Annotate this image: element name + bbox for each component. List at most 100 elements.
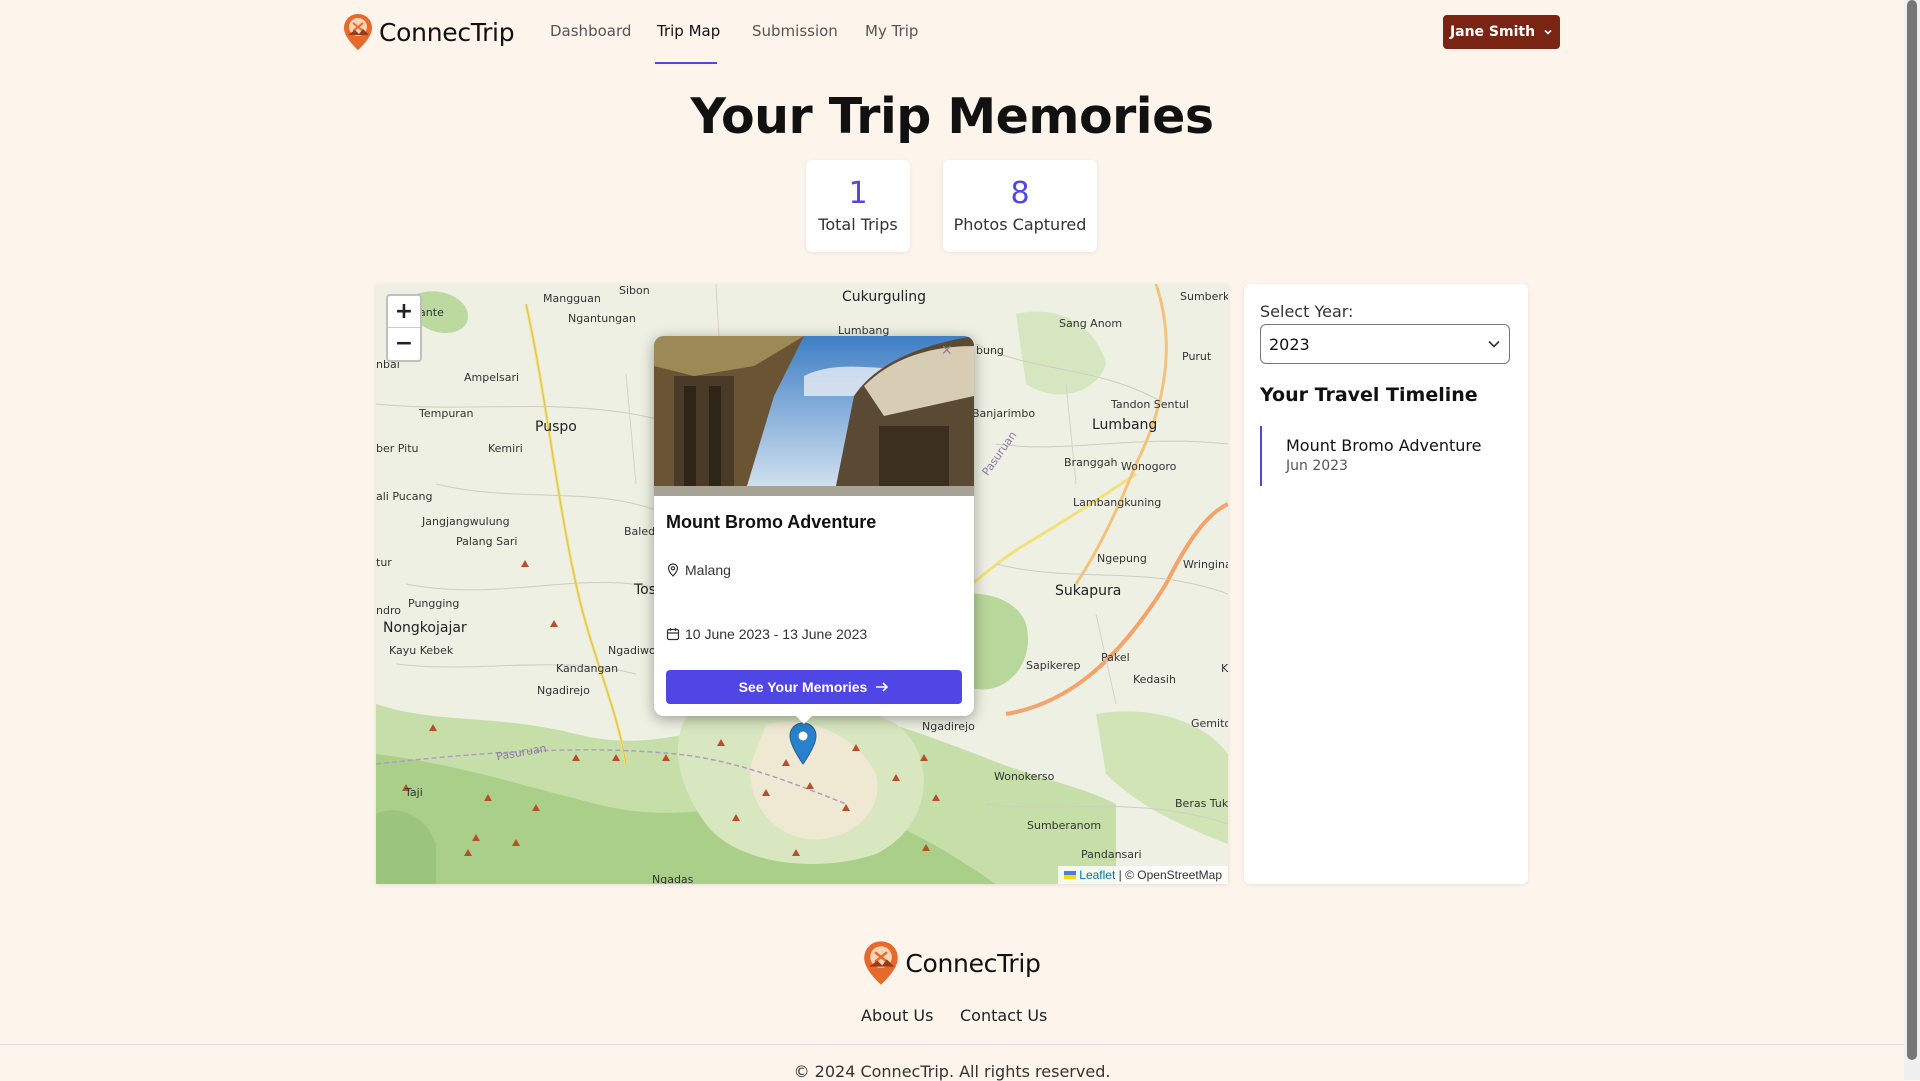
stat-label: Total Trips bbox=[818, 215, 898, 234]
footer-contact-link[interactable]: Contact Us bbox=[960, 1006, 1047, 1025]
see-memories-label: See Your Memories bbox=[738, 679, 868, 695]
popup-trip-title: Mount Bromo Adventure bbox=[666, 512, 877, 532]
map-place-label: Puspo bbox=[535, 419, 577, 435]
popup-location: Malang bbox=[685, 562, 731, 578]
map-place-label: Tos bbox=[634, 582, 657, 598]
map-place-label: Taji bbox=[405, 786, 423, 799]
zoom-control: + − bbox=[386, 294, 422, 362]
user-menu-button[interactable]: Jane Smith bbox=[1443, 15, 1560, 49]
popup-tip bbox=[794, 714, 814, 724]
map-place-label: Kedasih bbox=[1133, 673, 1176, 686]
nav-submission[interactable]: Submission bbox=[752, 22, 838, 40]
osm-credit: | © OpenStreetMap bbox=[1118, 868, 1222, 882]
nav-my-trip[interactable]: My Trip bbox=[865, 22, 918, 40]
map-place-label: Wonokerso bbox=[994, 770, 1055, 783]
map-place-label: Ngadirejo bbox=[922, 720, 975, 733]
popup-dates-row: 10 June 2023 - 13 June 2023 bbox=[666, 626, 867, 642]
leaflet-link[interactable]: Leaflet bbox=[1079, 868, 1115, 882]
map-place-label: Kemiri bbox=[488, 442, 523, 455]
map-place-label: Sukapura bbox=[1055, 583, 1122, 599]
map-place-label: Mangguan bbox=[543, 292, 601, 305]
timeline-title: Your Travel Timeline bbox=[1260, 384, 1478, 406]
map-place-label: Kayu Kebek bbox=[389, 644, 454, 657]
map-place-label: Sibon bbox=[619, 284, 650, 297]
map-place-label: Sumberkr bbox=[1180, 290, 1228, 303]
map-place-label: Jangjangwulung bbox=[422, 515, 510, 528]
map-place-label: tur bbox=[376, 556, 392, 569]
map-place-label: Palang Sari bbox=[456, 535, 518, 548]
select-year-label: Select Year: bbox=[1260, 302, 1354, 321]
map-place-label: Lambangkuning bbox=[1073, 496, 1162, 509]
logo-icon bbox=[344, 14, 372, 50]
map-place-label: Cukurguling bbox=[842, 289, 927, 305]
nav-logo[interactable]: ConnecTrip bbox=[343, 12, 515, 52]
footer-about-link[interactable]: About Us bbox=[861, 1006, 933, 1025]
nav-trip-map[interactable]: Trip Map bbox=[657, 22, 720, 40]
map-place-label: Ampelsari bbox=[464, 371, 520, 384]
map-place-label: Pungging bbox=[408, 597, 460, 610]
stat-card-trips: 1 Total Trips bbox=[806, 160, 910, 252]
ukraine-flag-icon bbox=[1063, 871, 1076, 879]
map-place-label: ndro bbox=[376, 604, 401, 617]
footer-divider bbox=[0, 1044, 1904, 1045]
logo-text: ConnecTrip bbox=[379, 17, 515, 47]
trip-map[interactable]: Mangguan Sibon Cukurguling Sumberkr Ngan… bbox=[376, 284, 1228, 884]
map-place-label: K bbox=[1221, 662, 1228, 675]
map-place-label: Tandon Sentul bbox=[1111, 398, 1189, 411]
map-place-label: Branggah bbox=[1064, 456, 1118, 469]
map-place-label: Pakel bbox=[1101, 651, 1130, 664]
map-place-label: Sapikerep bbox=[1026, 659, 1081, 672]
map-place-label: Ngadas bbox=[652, 873, 694, 884]
calendar-icon bbox=[666, 628, 680, 641]
popup-dates: 10 June 2023 - 13 June 2023 bbox=[685, 626, 868, 642]
see-memories-button[interactable]: See Your Memories bbox=[666, 670, 962, 704]
map-place-label: Wringinar bbox=[1183, 558, 1228, 571]
map-place-label: Baled bbox=[624, 525, 656, 538]
page-title: Your Trip Memories bbox=[690, 88, 1214, 145]
map-place-label: Gemito bbox=[1191, 717, 1228, 730]
popup-close-button[interactable]: × bbox=[941, 340, 952, 361]
stat-card-photos: 8 Photos Captured bbox=[943, 160, 1097, 252]
timeline-panel: Select Year: 2023 Your Travel Timeline M… bbox=[1244, 284, 1528, 884]
map-place-label: Sumberanom bbox=[1027, 819, 1102, 832]
map-place-label: Nongkojajar bbox=[383, 620, 467, 636]
zoom-in-button[interactable]: + bbox=[388, 296, 420, 327]
chevron-down-icon bbox=[1544, 29, 1552, 35]
year-select-value: 2023 bbox=[1269, 334, 1310, 354]
trip-photo bbox=[654, 336, 974, 496]
map-attribution: Leaflet | © OpenStreetMap bbox=[1057, 866, 1228, 884]
footer-logo[interactable]: ConnecTrip bbox=[0, 940, 1904, 986]
user-name: Jane Smith bbox=[1449, 24, 1536, 40]
arrow-right-icon bbox=[876, 682, 889, 692]
map-place-label: Wonogoro bbox=[1121, 460, 1177, 473]
map-place-label: Purut bbox=[1182, 350, 1212, 363]
map-place-label: Ngadiwo bbox=[608, 644, 656, 657]
map-place-label: ali Pucang bbox=[376, 490, 433, 503]
page-scrollbar[interactable] bbox=[1904, 0, 1920, 1080]
year-select[interactable]: 2023 bbox=[1260, 324, 1510, 364]
map-place-label: Ngantungan bbox=[568, 312, 636, 325]
stat-label: Photos Captured bbox=[953, 215, 1087, 234]
map-place-label: Kandangan bbox=[556, 662, 619, 675]
map-place-label: ber Pitu bbox=[376, 442, 419, 455]
stat-value: 1 bbox=[848, 176, 868, 211]
map-pin-icon[interactable] bbox=[788, 722, 818, 766]
scrollbar-thumb[interactable] bbox=[1907, 0, 1917, 1060]
map-place-label: Tempuran bbox=[419, 407, 474, 420]
timeline-item[interactable]: Mount Bromo Adventure Jun 2023 bbox=[1260, 426, 1510, 486]
map-place-label: bung bbox=[976, 344, 1004, 357]
chevron-down-icon bbox=[1488, 340, 1500, 348]
timeline-item-date: Jun 2023 bbox=[1286, 458, 1348, 474]
footer-logo-text: ConnecTrip bbox=[905, 948, 1041, 978]
popup-location-row: Malang bbox=[666, 562, 731, 578]
trip-popup: × Mount Bromo Adventure Malang 10 June 2… bbox=[654, 336, 974, 716]
map-place-label: Lumbang bbox=[1092, 417, 1158, 433]
map-place-label: Pandansari bbox=[1081, 848, 1142, 861]
timeline-item-name: Mount Bromo Adventure bbox=[1286, 436, 1482, 455]
nav-dashboard[interactable]: Dashboard bbox=[550, 22, 631, 40]
zoom-out-button[interactable]: − bbox=[388, 327, 420, 359]
stat-value: 8 bbox=[1010, 176, 1030, 211]
map-place-label: Beras Tukul bbox=[1175, 797, 1228, 810]
active-tab-indicator bbox=[655, 62, 717, 64]
map-place-label: Ngepung bbox=[1097, 552, 1147, 565]
